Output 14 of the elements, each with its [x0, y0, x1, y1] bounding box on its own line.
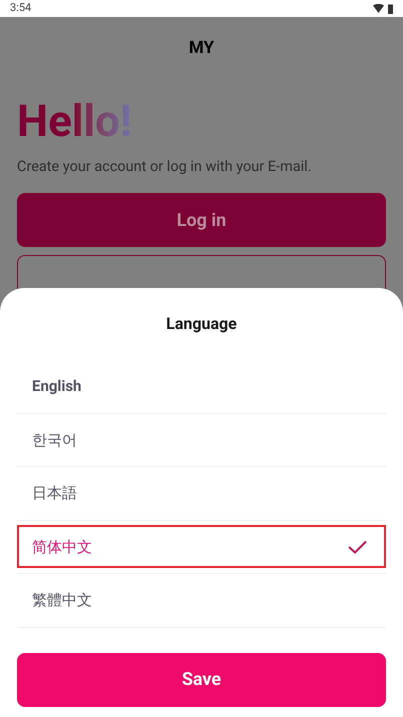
greeting-subtitle: Create your account or log in with your E-mail.: [17, 156, 312, 176]
page-title: MY: [188, 37, 214, 60]
status-time: 3:54: [10, 0, 32, 16]
language-option[interactable]: 한국어: [17, 418, 386, 462]
save-button[interactable]: Save: [17, 652, 386, 706]
login-button[interactable]: Log in: [17, 193, 386, 248]
check-icon: [348, 540, 367, 554]
language-option[interactable]: English: [17, 364, 386, 408]
language-option[interactable]: 简体中文: [17, 525, 386, 568]
battery-icon: [388, 4, 393, 14]
wifi-icon: [373, 4, 384, 13]
sheet-title: Language: [166, 313, 237, 335]
language-option[interactable]: 日本語: [17, 472, 386, 515]
language-option[interactable]: 繁體中文: [17, 578, 386, 622]
